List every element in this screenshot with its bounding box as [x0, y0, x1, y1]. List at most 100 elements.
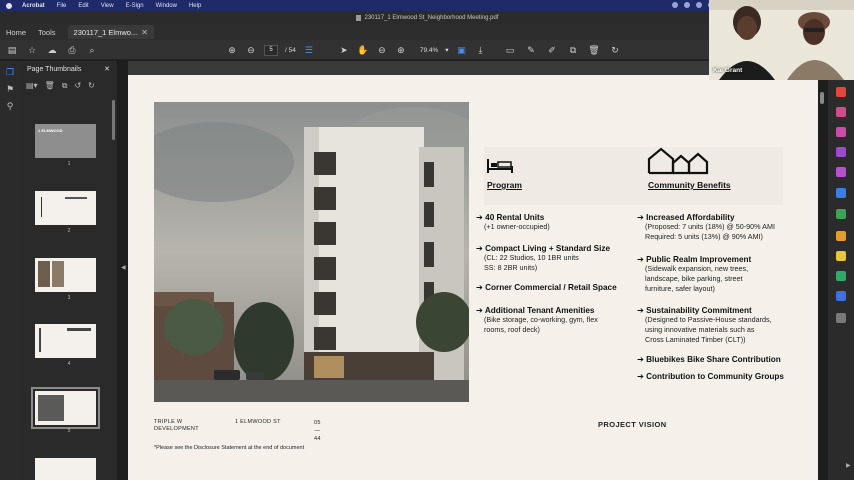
create-icon[interactable]: ▤	[6, 44, 18, 56]
collapse-tools-icon[interactable]: ▶	[846, 462, 851, 469]
thumbnail-image	[38, 395, 64, 421]
combine-files-icon[interactable]	[836, 209, 846, 219]
zoom-level[interactable]: 79.4%	[420, 47, 438, 54]
developer-name: TRIPLE W DEVELOPMENT	[154, 419, 199, 433]
tab-tools[interactable]: Tools	[32, 28, 62, 37]
program-item: ➔ Compact Living + Standard Size	[476, 244, 611, 253]
benefit-item-detail: Required: 5 units (13%) @ 90% AMI)	[645, 232, 763, 241]
menu-view[interactable]: View	[101, 3, 114, 9]
page-thumbnails-icon[interactable]: ❐	[4, 66, 16, 78]
benefit-item-detail: using innovative materials such as	[645, 325, 755, 334]
stamp-icon[interactable]: ⧉	[567, 44, 579, 56]
page-thumbnail-3[interactable]	[35, 258, 96, 292]
fill-sign-icon[interactable]	[836, 167, 846, 177]
program-item-detail: rooms, roof deck)	[484, 325, 540, 334]
slide-page-number: 05 — 44	[314, 419, 321, 443]
draw-icon[interactable]: ✐	[546, 44, 558, 56]
menu-app-name[interactable]: Acrobat	[22, 3, 45, 9]
page-thumbnail-6[interactable]	[35, 458, 96, 480]
program-title: Program	[487, 180, 522, 190]
upload-icon[interactable]: ☁	[46, 44, 58, 56]
page-thumbnail-5-selected[interactable]	[31, 387, 100, 429]
scan-icon[interactable]	[836, 231, 846, 241]
page-number-input[interactable]: 5	[264, 44, 278, 56]
thumbnail-options-icon[interactable]: ▤▾	[26, 81, 38, 91]
zoom-dropdown-icon[interactable]: ▾	[445, 46, 448, 54]
collapse-panel-icon[interactable]: ◀	[121, 264, 126, 271]
document-scrollbar[interactable]	[820, 92, 824, 104]
benefit-item-detail: (Proposed: 7 units (18%) @ 50-90% AMI	[645, 222, 775, 231]
delete-page-icon[interactable]: 🗑	[45, 81, 55, 91]
menu-help[interactable]: Help	[189, 3, 201, 9]
bookmark-star-icon[interactable]: ☆	[26, 44, 38, 56]
protect-icon[interactable]	[836, 271, 846, 281]
bookmarks-icon[interactable]: ⚑	[4, 83, 16, 95]
program-item-detail: (Bike storage, co-working, gym, flex	[484, 315, 598, 324]
more-tools-icon[interactable]	[836, 313, 846, 323]
attachments-icon[interactable]: ⚲	[4, 100, 16, 112]
benefit-item: ➔ Sustainability Commitment	[637, 306, 752, 315]
tab-document-label: 230117_1 Elmwo...	[73, 27, 138, 37]
redo-icon[interactable]: ↻	[88, 81, 95, 91]
thumbnail-number: 3	[67, 295, 71, 301]
highlight-pen-icon[interactable]: ✎	[525, 44, 537, 56]
fit-page-icon[interactable]: ⤓	[475, 44, 487, 56]
page-thumbnail-2[interactable]	[35, 191, 96, 225]
page-total: / 54	[285, 46, 296, 54]
thumbnail-line	[65, 197, 87, 199]
page-up-icon[interactable]: ⊕	[226, 44, 238, 56]
apple-icon[interactable]	[6, 2, 12, 9]
tab-document[interactable]: 230117_1 Elmwo... ✕	[67, 25, 154, 39]
page-down-icon[interactable]: ⊖	[245, 44, 257, 56]
page-current: 05	[314, 420, 321, 426]
zoom-in-icon[interactable]: ⊕	[395, 44, 407, 56]
tab-home[interactable]: Home	[0, 28, 32, 37]
comment-tool-icon[interactable]	[836, 147, 846, 157]
thumbnail-image	[38, 261, 50, 287]
thumbnail-number: 1	[67, 161, 71, 167]
menu-window[interactable]: Window	[156, 3, 177, 9]
status-icon[interactable]	[672, 2, 678, 8]
page-thumbnail-1[interactable]: 1 ELMWOOD	[35, 124, 96, 158]
shield-icon[interactable]	[836, 291, 846, 301]
hand-tool-icon[interactable]: ✋	[357, 44, 369, 56]
program-item: ➔ 40 Rental Units	[476, 213, 545, 222]
zoom-out-icon[interactable]: ⊖	[376, 44, 388, 56]
delete-icon[interactable]: 🗑	[588, 44, 600, 56]
edit-pdf-icon[interactable]	[836, 127, 846, 137]
close-tab-icon[interactable]: ✕	[141, 28, 148, 37]
undo-icon[interactable]: ↺	[74, 81, 81, 91]
page-view-icon[interactable]: ▣	[456, 44, 468, 56]
print-icon[interactable]: ⎙	[66, 44, 78, 56]
benefit-item-detail: furniture, safer layout)	[645, 284, 715, 293]
create-pdf-icon[interactable]	[836, 107, 846, 117]
select-cursor-icon[interactable]: ➤	[338, 44, 350, 56]
comment-icon[interactable]: ▭	[504, 44, 516, 56]
search-icon[interactable]: ⌕	[86, 44, 98, 56]
scroll-mode-icon[interactable]: ☰	[303, 44, 315, 56]
export-pdf-icon[interactable]	[836, 87, 846, 97]
thumbnail-text-lines	[41, 197, 57, 217]
rotate-icon[interactable]: ↻	[609, 44, 621, 56]
extract-page-icon[interactable]: ⧉	[62, 81, 68, 91]
page-thumbnail-4[interactable]	[35, 324, 96, 358]
thumbnail-image	[52, 261, 64, 287]
status-icon[interactable]	[696, 2, 702, 8]
thumbnail-number: 2	[67, 228, 71, 234]
video-call-tile[interactable]: Kai Grant	[709, 0, 854, 80]
bed-icon	[486, 158, 514, 179]
benefit-item-detail: landscape, bike parking, street	[645, 274, 743, 283]
close-panel-icon[interactable]: ✕	[104, 65, 110, 73]
request-signature-icon[interactable]	[836, 251, 846, 261]
headers-band	[484, 147, 783, 205]
organize-pages-icon[interactable]	[836, 188, 846, 198]
menu-edit[interactable]: Edit	[78, 3, 88, 9]
thumbnail-scrollbar[interactable]	[112, 100, 115, 140]
page-separator: —	[314, 428, 321, 434]
menu-file[interactable]: File	[57, 3, 67, 9]
developer-line: TRIPLE W	[154, 419, 183, 425]
menu-esign[interactable]: E-Sign	[126, 3, 144, 9]
benefit-item-detail: (Sidewalk expansion, new trees,	[645, 264, 749, 273]
developer-line: DEVELOPMENT	[154, 426, 199, 432]
status-icon[interactable]	[684, 2, 690, 8]
